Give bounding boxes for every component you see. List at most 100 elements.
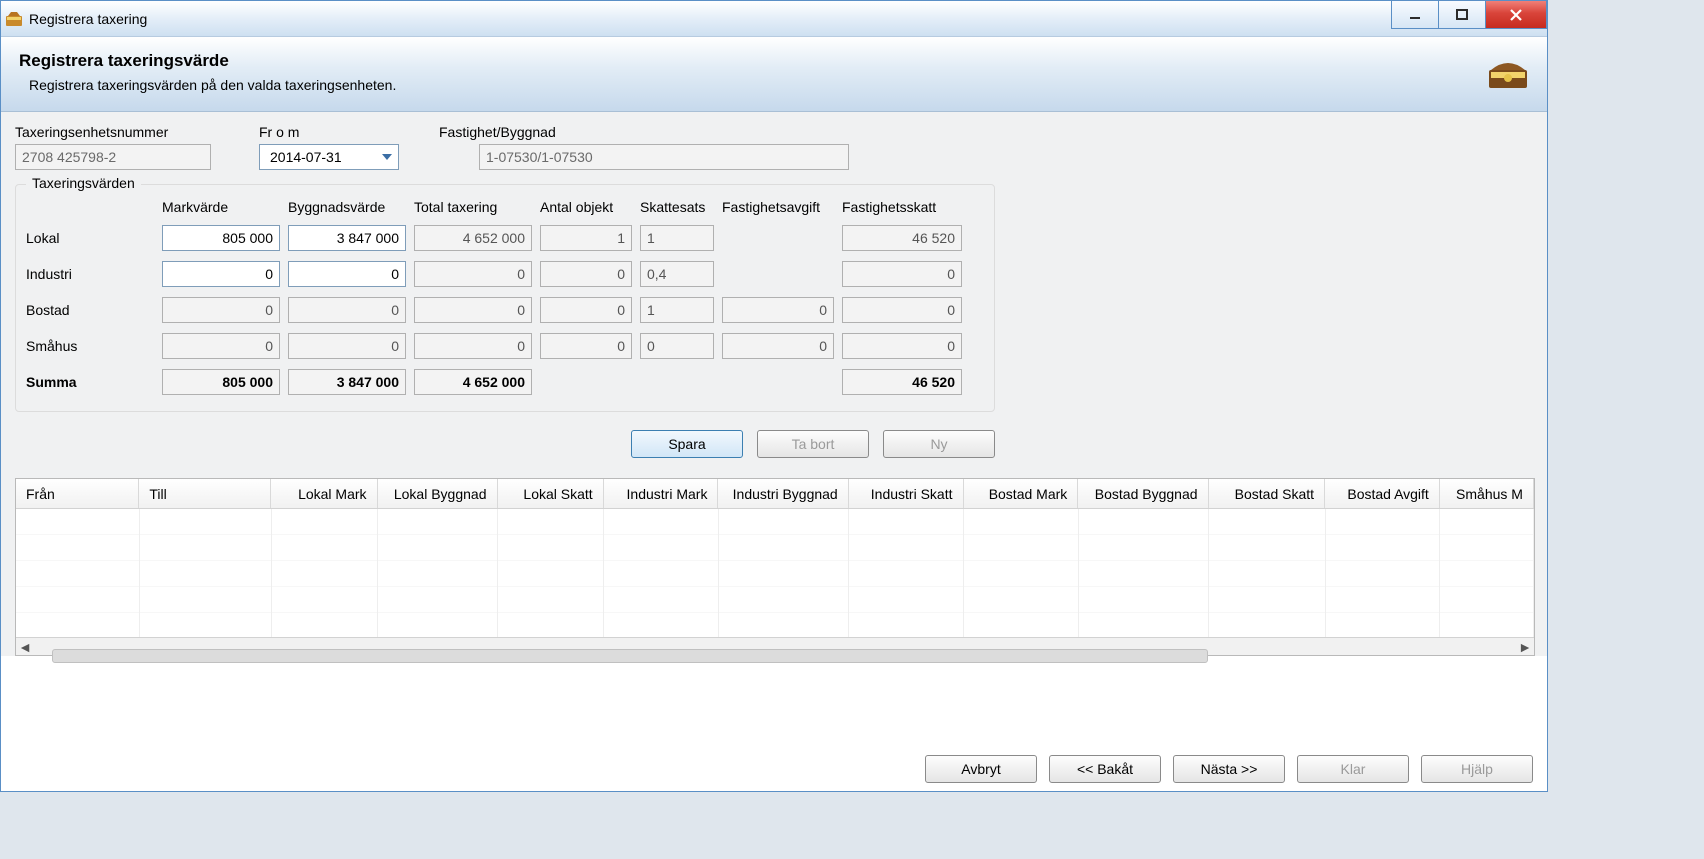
col-bostad-mark[interactable]: Bostad Mark xyxy=(964,479,1079,508)
help-button[interactable]: Hjälp xyxy=(1421,755,1533,783)
industri-sats xyxy=(640,261,714,287)
col-smahus-m[interactable]: Småhus M xyxy=(1440,479,1534,508)
delete-button[interactable]: Ta bort xyxy=(757,430,869,458)
lokal-byggnad-input[interactable] xyxy=(288,225,406,251)
smahus-skatt xyxy=(842,333,962,359)
titlebar: Registrera taxering xyxy=(1,1,1547,37)
done-button[interactable]: Klar xyxy=(1297,755,1409,783)
industri-total xyxy=(414,261,532,287)
close-button[interactable] xyxy=(1485,1,1547,29)
industri-mark-input[interactable] xyxy=(162,261,280,287)
industri-byggnad-input[interactable] xyxy=(288,261,406,287)
property-label: Fastighet/Byggnad xyxy=(439,124,849,140)
back-button[interactable]: << Bakåt xyxy=(1049,755,1161,783)
from-date-label: Fr o m xyxy=(259,124,399,140)
lokal-sats xyxy=(640,225,714,251)
lokal-total xyxy=(414,225,532,251)
header-band: Registrera taxeringsvärde Registrera tax… xyxy=(1,37,1547,112)
summa-total xyxy=(414,369,532,395)
col-bostad-skatt[interactable]: Bostad Skatt xyxy=(1209,479,1326,508)
row-industri: Industri xyxy=(26,261,984,287)
row-bostad: Bostad xyxy=(26,297,984,323)
page-subtitle: Registrera taxeringsvärden på den valda … xyxy=(29,77,1529,93)
row-lokal-label: Lokal xyxy=(26,230,154,246)
bostad-avgift xyxy=(722,297,834,323)
new-button[interactable]: Ny xyxy=(883,430,995,458)
property-input xyxy=(479,144,849,170)
col-lokal-skatt[interactable]: Lokal Skatt xyxy=(498,479,604,508)
top-fields: Taxeringsenhetsnummer Fr o m 2014-07-31 … xyxy=(15,124,1533,170)
col-bostad-byggnad[interactable]: Bostad Byggnad xyxy=(1078,479,1208,508)
col-fastighetsavgift: Fastighetsavgift xyxy=(722,199,834,215)
col-lokal-mark[interactable]: Lokal Mark xyxy=(271,479,377,508)
col-skattesats: Skattesats xyxy=(640,199,714,215)
col-byggnadsvarde: Byggnadsvärde xyxy=(288,199,406,215)
lokal-skatt xyxy=(842,225,962,251)
row-smahus-label: Småhus xyxy=(26,338,154,354)
history-table: Från Till Lokal Mark Lokal Byggnad Lokal… xyxy=(15,478,1535,656)
maximize-button[interactable] xyxy=(1438,1,1486,29)
smahus-total xyxy=(414,333,532,359)
industri-skatt xyxy=(842,261,962,287)
table-body[interactable] xyxy=(16,509,1534,637)
app-icon xyxy=(5,10,23,28)
tax-values-group: Taxeringsvärden Markvärde Byggnadsvärde … xyxy=(15,184,995,412)
smahus-avgift xyxy=(722,333,834,359)
col-fran[interactable]: Från xyxy=(16,479,139,508)
summa-skatt xyxy=(842,369,962,395)
scroll-right-icon[interactable]: ► xyxy=(1516,638,1534,655)
row-smahus: Småhus xyxy=(26,333,984,359)
smahus-antal xyxy=(540,333,632,359)
cancel-button[interactable]: Avbryt xyxy=(925,755,1037,783)
from-date-field: Fr o m 2014-07-31 xyxy=(259,124,399,170)
chevron-down-icon xyxy=(376,145,398,169)
lokal-antal xyxy=(540,225,632,251)
bostad-total xyxy=(414,297,532,323)
treasure-chest-icon xyxy=(1487,58,1529,90)
smahus-mark xyxy=(162,333,280,359)
scroll-thumb[interactable] xyxy=(52,649,1208,663)
col-antal: Antal objekt xyxy=(540,199,632,215)
col-lokal-byggnad[interactable]: Lokal Byggnad xyxy=(378,479,498,508)
page-title: Registrera taxeringsvärde xyxy=(19,51,1529,71)
property-field: Fastighet/Byggnad xyxy=(439,124,849,170)
wizard-footer: Avbryt << Bakåt Nästa >> Klar Hjälp xyxy=(925,755,1533,783)
row-summa-label: Summa xyxy=(26,374,154,390)
group-legend: Taxeringsvärden xyxy=(26,175,141,191)
bostad-byggnad xyxy=(288,297,406,323)
from-date-dropdown[interactable]: 2014-07-31 xyxy=(259,144,399,170)
col-markvarde: Markvärde xyxy=(162,199,280,215)
bostad-skatt xyxy=(842,297,962,323)
save-button[interactable]: Spara xyxy=(631,430,743,458)
col-industri-skatt[interactable]: Industri Skatt xyxy=(849,479,964,508)
content: Taxeringsenhetsnummer Fr o m 2014-07-31 … xyxy=(1,112,1547,656)
tax-unit-label: Taxeringsenhetsnummer xyxy=(15,124,259,140)
col-industri-byggnad[interactable]: Industri Byggnad xyxy=(718,479,848,508)
table-header: Från Till Lokal Mark Lokal Byggnad Lokal… xyxy=(16,479,1534,509)
bostad-antal xyxy=(540,297,632,323)
bostad-mark xyxy=(162,297,280,323)
window-controls xyxy=(1392,1,1547,29)
col-total: Total taxering xyxy=(414,199,532,215)
smahus-byggnad xyxy=(288,333,406,359)
from-date-value: 2014-07-31 xyxy=(266,149,342,165)
minimize-button[interactable] xyxy=(1391,1,1439,29)
col-till[interactable]: Till xyxy=(139,479,271,508)
horizontal-scrollbar[interactable]: ◄ ► xyxy=(16,637,1534,655)
row-bostad-label: Bostad xyxy=(26,302,154,318)
industri-antal xyxy=(540,261,632,287)
window-title: Registrera taxering xyxy=(29,11,147,27)
smahus-sats xyxy=(640,333,714,359)
summa-mark xyxy=(162,369,280,395)
next-button[interactable]: Nästa >> xyxy=(1173,755,1285,783)
tax-unit-field: Taxeringsenhetsnummer xyxy=(15,124,259,170)
col-bostad-avgift[interactable]: Bostad Avgift xyxy=(1325,479,1440,508)
summa-byggnad xyxy=(288,369,406,395)
group-headers: Markvärde Byggnadsvärde Total taxering A… xyxy=(26,199,984,215)
row-industri-label: Industri xyxy=(26,266,154,282)
col-industri-mark[interactable]: Industri Mark xyxy=(604,479,719,508)
bostad-sats xyxy=(640,297,714,323)
scroll-left-icon[interactable]: ◄ xyxy=(16,638,34,655)
lokal-mark-input[interactable] xyxy=(162,225,280,251)
window: Registrera taxering Registrera taxerings… xyxy=(0,0,1548,792)
